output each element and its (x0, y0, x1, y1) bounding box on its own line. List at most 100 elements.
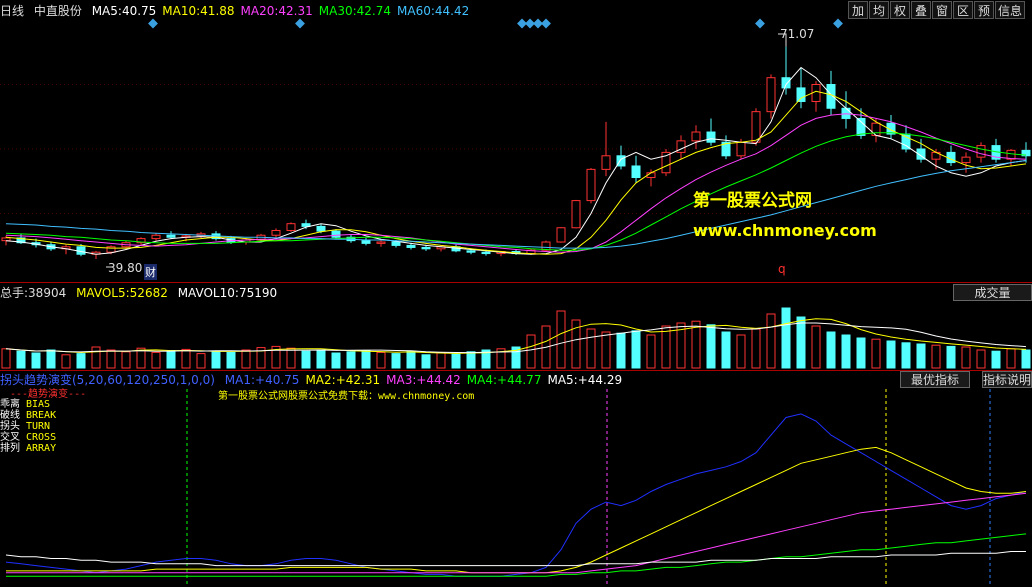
indicator-legend-item: MA2: (305, 373, 336, 387)
indicator-name[interactable]: 拐头趋势演变(5,20,60,120,250,1,0,0) (0, 373, 215, 387)
volume-bar (856, 337, 866, 369)
indicator-legend-value: +44.29 (577, 373, 623, 387)
indicator-chart[interactable] (0, 389, 1032, 587)
best-indicator-button[interactable]: 最优指标 (900, 371, 970, 388)
candle-body (691, 131, 701, 142)
indicator-legend-value: +44.42 (416, 373, 461, 387)
volume-bar (991, 350, 1001, 369)
volume-bar (211, 350, 221, 369)
legend-row: 破线 BREAK (0, 410, 56, 421)
mavol5-value: 52682 (129, 286, 168, 300)
volume-bar (886, 340, 896, 369)
candle-body (421, 246, 431, 250)
candle-body (361, 240, 371, 244)
volume-bar (586, 328, 596, 369)
candle-body (376, 241, 386, 244)
volume-bar (451, 353, 461, 369)
indicator-ma4-line (6, 533, 1027, 577)
candle-body (976, 145, 986, 158)
volume-bar (631, 330, 641, 369)
candle-body (166, 234, 176, 238)
candle-body (796, 87, 806, 102)
legend-row-cn: 交叉 (0, 432, 20, 443)
legend-row-en: CROSS (26, 432, 57, 443)
candle-body (286, 223, 296, 231)
volume-bar (331, 352, 341, 369)
candle-body (331, 230, 341, 238)
volume-bar (91, 346, 101, 369)
candle-body (631, 165, 641, 179)
candle-body (601, 155, 611, 170)
volume-bar (811, 325, 821, 369)
indicator-legend-item: MA4: (466, 373, 498, 387)
volume-bar (106, 349, 116, 369)
indicator-legend-item: MA5: (547, 373, 578, 387)
volume-bar (1021, 349, 1031, 369)
legend-row-cn: 乖离 (0, 399, 20, 410)
volume-bar (76, 353, 86, 369)
legend-row-cn: 破线 (0, 410, 20, 421)
candle-body (751, 111, 761, 143)
volume-bar (841, 334, 851, 369)
legend-row: 交叉 CROSS (0, 432, 56, 443)
volume-bar (781, 307, 791, 369)
finance-marker[interactable]: 财 (144, 264, 157, 280)
legend-row-en: BREAK (26, 410, 57, 421)
volume-bar (121, 351, 131, 369)
indicator-legend-value: +44.77 (497, 373, 542, 387)
volume-bar (1006, 348, 1016, 369)
candle-body (736, 141, 746, 157)
candle-body (406, 244, 416, 248)
volume-bar (226, 351, 236, 369)
volume-bar (751, 328, 761, 369)
pane-separator (0, 282, 1032, 283)
volume-button[interactable]: 成交量 (953, 284, 1032, 301)
volume-bar (691, 320, 701, 369)
candle-body (481, 251, 491, 255)
legend-row-cn: 拐头 (0, 421, 20, 432)
volume-bar (766, 313, 776, 369)
candle-body (706, 131, 716, 143)
volume-bar (1, 348, 11, 369)
indicator-ma2-line (6, 446, 1027, 574)
volume-bar (286, 347, 296, 369)
volume-bar (16, 350, 26, 369)
volume-bar (31, 352, 41, 369)
legend-row-cn: 排列 (0, 443, 20, 454)
q-marker[interactable]: q (778, 262, 786, 276)
volume-bar (316, 349, 326, 369)
volume-bar (931, 344, 941, 369)
signal-diamond (833, 18, 843, 29)
candle-body (556, 227, 566, 243)
candle-body (316, 225, 326, 232)
volume-bar (421, 354, 431, 369)
indicator-help-button[interactable]: 指标说明 (982, 371, 1032, 388)
signal-diamond (755, 18, 765, 29)
volume-bar (241, 349, 251, 369)
candle-body (271, 229, 281, 236)
watermark-title: 第一股票公式网 (693, 191, 812, 211)
candle-body (871, 122, 881, 136)
volume-bar (301, 350, 311, 369)
volume-chart[interactable] (0, 300, 1032, 370)
indicator-note: 第一股票公式网股票公式免费下载：www.chnmoney.com (218, 391, 475, 402)
volume-bar (616, 332, 626, 369)
legend-row-en: ARRAY (26, 443, 57, 454)
volume-bar (976, 349, 986, 369)
mavol10-label: MAVOL10: (177, 286, 239, 300)
candle-body (856, 117, 866, 136)
candle-body (466, 250, 476, 253)
candle-body (1, 237, 11, 242)
volume-bar (601, 331, 611, 369)
volume-bar (46, 349, 56, 369)
indicator-header: 拐头趋势演变(5,20,60,120,250,1,0,0) MA1:+40.75… (0, 371, 634, 389)
volume-bar (556, 310, 566, 369)
volume-bar (151, 351, 161, 369)
price-chart[interactable] (0, 0, 1032, 282)
volume-bar (436, 352, 446, 369)
indicator-ma3-line (6, 492, 1027, 574)
mavol5-label: MAVOL5: (76, 286, 130, 300)
indicator-legend-value: +40.75 (255, 373, 300, 387)
volume-bar (871, 338, 881, 369)
vol-total-label: 总手: (0, 286, 29, 300)
